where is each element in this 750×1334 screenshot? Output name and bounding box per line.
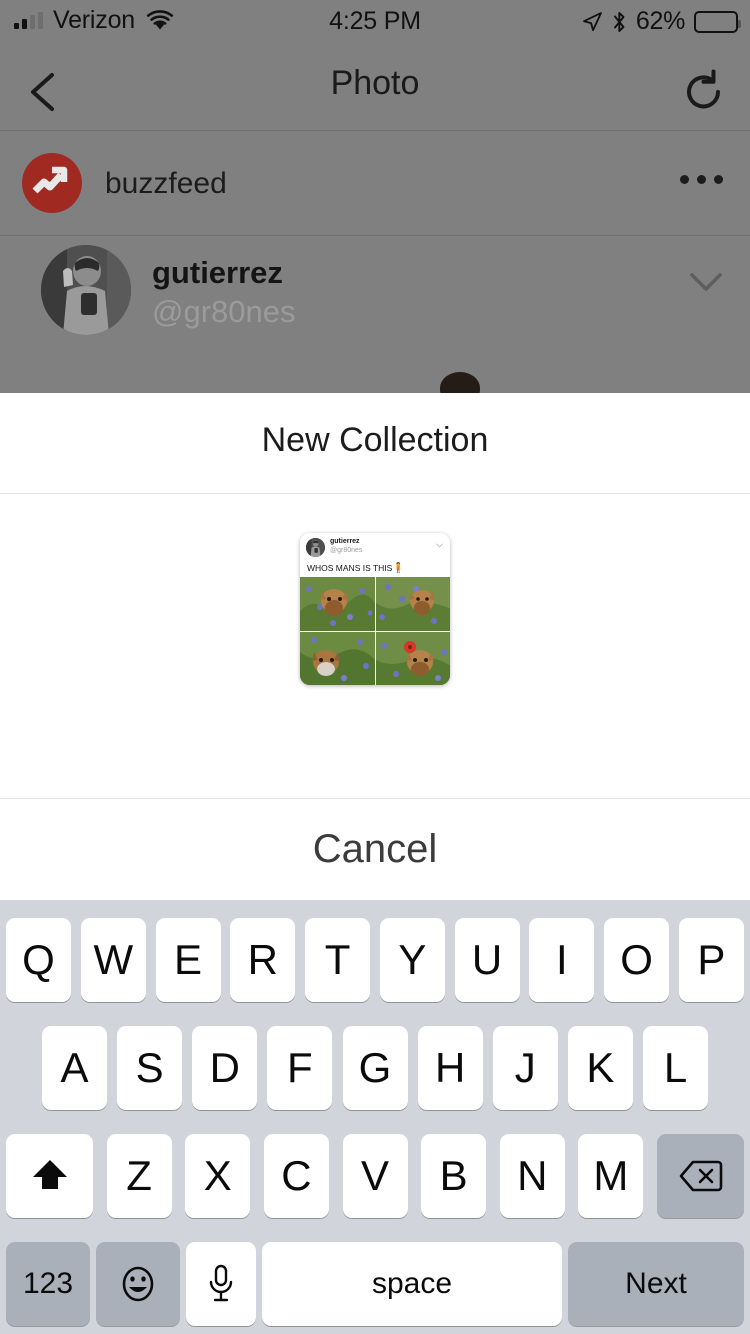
return-key[interactable]: Next	[568, 1242, 744, 1326]
key-u[interactable]: U	[454, 918, 520, 1002]
avatar	[41, 245, 131, 335]
key-p[interactable]: P	[678, 918, 744, 1002]
location-arrow-icon	[581, 11, 603, 33]
tweet-author-row: gutierrez @gr80nes	[0, 236, 750, 393]
key-t[interactable]: T	[305, 918, 371, 1002]
source-name-label: buzzfeed	[105, 167, 227, 200]
keyboard-row-2: A S D F G H J K L	[0, 1026, 750, 1110]
key-v[interactable]: V	[342, 1134, 408, 1218]
shift-key[interactable]	[6, 1134, 93, 1218]
thumbnail-avatar	[306, 538, 325, 557]
battery-icon	[694, 10, 741, 33]
key-c[interactable]: C	[263, 1134, 329, 1218]
battery-percent-label: 62%	[635, 7, 685, 35]
key-o[interactable]: O	[604, 918, 670, 1002]
key-d[interactable]: D	[192, 1026, 258, 1110]
author-handle: @gr80nes	[152, 294, 296, 329]
key-m[interactable]: M	[578, 1134, 644, 1218]
thumbnail-tweet-text: WHOS MANS IS THIS🧍	[307, 563, 405, 574]
cancel-button-label: Cancel	[312, 826, 438, 871]
refresh-button[interactable]	[680, 68, 728, 116]
key-l[interactable]: L	[643, 1026, 708, 1110]
key-x[interactable]: X	[185, 1134, 251, 1218]
keyboard-row-1: Q W E R T Y U I O P	[0, 918, 750, 1002]
keyboard-row-4: 123 space Next	[0, 1242, 750, 1326]
key-n[interactable]: N	[499, 1134, 565, 1218]
key-g[interactable]: G	[342, 1026, 408, 1110]
expand-button[interactable]	[684, 260, 728, 304]
dictation-key[interactable]	[186, 1242, 256, 1326]
status-bar: Verizon 4:25 PM 62%	[0, 0, 750, 42]
screen: Verizon 4:25 PM 62% Photo buzzfeed gutie…	[0, 0, 750, 1334]
microphone-icon	[209, 1264, 233, 1302]
key-b[interactable]: B	[421, 1134, 487, 1218]
key-k[interactable]: K	[567, 1026, 633, 1110]
dimmed-background-app: Verizon 4:25 PM 62% Photo buzzfeed gutie…	[0, 0, 750, 393]
page-title: Photo	[330, 64, 420, 102]
chevron-down-icon	[690, 273, 722, 291]
thumbnail-photo	[375, 631, 450, 685]
numbers-key[interactable]: 123	[6, 1242, 90, 1326]
thumbnail-handle: @gr80nes	[330, 547, 363, 554]
status-bar-right: 62%	[581, 7, 741, 36]
sheet-title: New Collection	[261, 421, 489, 459]
buzzfeed-trending-arrow-icon	[22, 153, 82, 213]
key-h[interactable]: H	[417, 1026, 483, 1110]
key-z[interactable]: Z	[106, 1134, 172, 1218]
shift-up-arrow-icon	[32, 1160, 67, 1189]
thumbnail-photo	[300, 631, 375, 685]
key-s[interactable]: S	[117, 1026, 183, 1110]
tweet-thumbnail-preview: gutierrez @gr80nes WHOS MANS IS THIS🧍	[300, 533, 450, 685]
key-y[interactable]: Y	[379, 918, 445, 1002]
emoji-smiley-icon	[122, 1266, 154, 1302]
backspace-key[interactable]	[657, 1134, 744, 1218]
author-display-name: gutierrez	[152, 255, 283, 290]
space-key[interactable]: space	[262, 1242, 562, 1326]
thumbnail-header: gutierrez @gr80nes	[300, 533, 450, 561]
key-f[interactable]: F	[267, 1026, 333, 1110]
key-w[interactable]: W	[80, 918, 146, 1002]
chevron-down-icon	[435, 541, 444, 550]
key-j[interactable]: J	[492, 1026, 558, 1110]
more-horizontal-icon[interactable]	[680, 175, 723, 184]
key-i[interactable]: I	[529, 918, 595, 1002]
cancel-button[interactable]: Cancel	[0, 798, 750, 900]
key-q[interactable]: Q	[6, 918, 71, 1002]
key-r[interactable]: R	[230, 918, 296, 1002]
emoji-key[interactable]	[96, 1242, 180, 1326]
thumbnail-tweet-emoji: 🧍	[392, 563, 405, 574]
nav-bar: Photo	[0, 42, 750, 130]
on-screen-keyboard: Q W E R T Y U I O P A S D F G H J K L Z …	[0, 900, 750, 1334]
bluetooth-icon	[612, 10, 627, 34]
source-row-buzzfeed[interactable]: buzzfeed	[0, 131, 750, 235]
backspace-delete-icon	[679, 1160, 722, 1192]
thumbnail-photo	[300, 577, 375, 631]
thumbnail-photo-grid	[300, 577, 450, 685]
key-e[interactable]: E	[155, 918, 221, 1002]
refresh-icon	[687, 69, 720, 109]
keyboard-row-3: Z X C V B N M	[0, 1134, 750, 1218]
divider	[0, 493, 750, 494]
thumbnail-display-name: gutierrez	[330, 538, 360, 545]
key-a[interactable]: A	[42, 1026, 107, 1110]
thumbnail-tweet-copy: WHOS MANS IS THIS	[307, 563, 393, 573]
thumbnail-photo	[375, 577, 450, 631]
